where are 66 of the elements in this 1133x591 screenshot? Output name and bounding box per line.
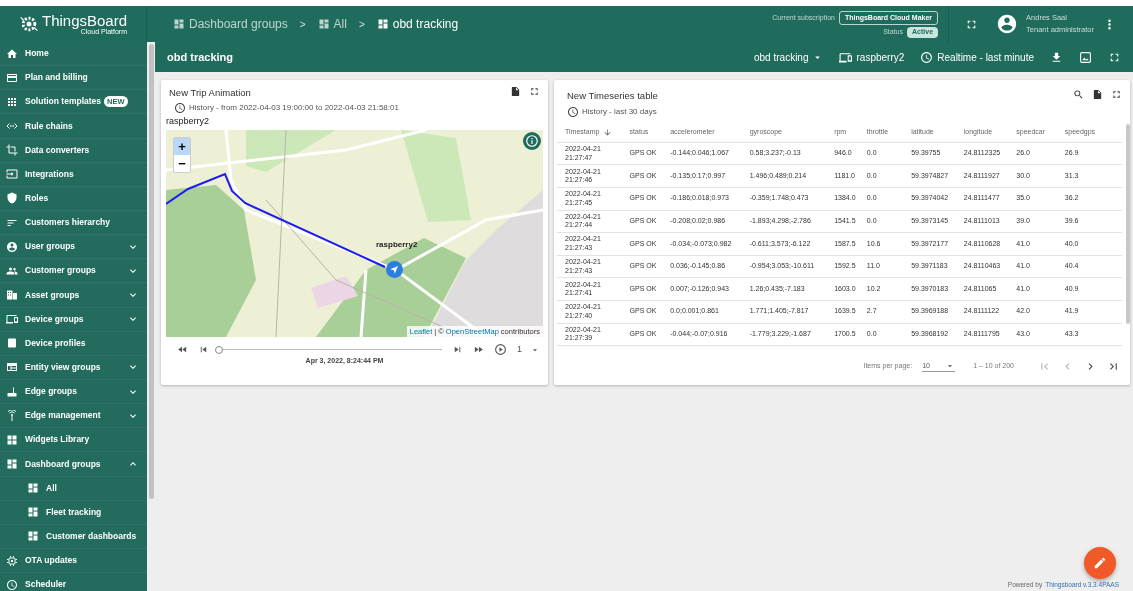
devices-icon — [839, 50, 853, 64]
scrollbar[interactable] — [148, 44, 154, 499]
info-icon[interactable] — [523, 131, 541, 150]
table-icon — [6, 361, 18, 374]
skip-previous-icon[interactable] — [198, 344, 209, 355]
router-icon — [6, 385, 18, 398]
logo-title: ThingsBoard — [41, 13, 128, 28]
building-icon — [6, 288, 18, 301]
fullscreen-icon[interactable] — [529, 86, 540, 97]
skip-next-icon[interactable] — [452, 344, 463, 355]
image-icon[interactable] — [1079, 50, 1092, 64]
fullscreen-icon[interactable] — [1111, 89, 1122, 100]
dashboard-icon — [27, 506, 39, 519]
card-icon — [6, 71, 18, 84]
dashboard-icon — [27, 530, 39, 543]
logo-icon — [18, 14, 39, 34]
search-icon[interactable] — [1073, 89, 1084, 100]
antenna-icon — [6, 409, 18, 422]
zoom-in-button[interactable]: + — [174, 137, 190, 155]
breadcrumb-separator: > — [299, 17, 306, 32]
chip-icon — [6, 554, 18, 567]
sidebar-item[interactable]: Asset groups — [0, 283, 147, 308]
entity-label: raspberry2 — [165, 115, 211, 129]
breadcrumb-link[interactable]: obd tracking — [376, 15, 459, 33]
clock-icon — [567, 106, 579, 119]
home-icon — [6, 47, 18, 60]
clock-icon — [920, 50, 934, 64]
widget-title: New Trip Animation — [169, 86, 251, 100]
file-icon[interactable] — [1092, 89, 1103, 100]
timewindow-text: History - last 30 days — [582, 106, 657, 119]
play-icon[interactable] — [494, 343, 507, 356]
crop-icon — [6, 144, 18, 157]
shield-icon — [6, 192, 18, 205]
file-icon[interactable] — [510, 86, 521, 97]
speed-select[interactable]: 1 — [517, 342, 540, 357]
account-icon — [6, 240, 18, 253]
breadcrumb-separator: > — [358, 17, 365, 32]
dashboard-icon — [317, 18, 330, 30]
timewindow-button[interactable]: Realtime - last minute — [920, 49, 1034, 65]
dashboard-icon — [27, 482, 39, 495]
sidebar-item[interactable]: User groups — [0, 235, 147, 260]
breadcrumb-link[interactable]: Dashboard groups — [173, 15, 288, 33]
marker-label: raspberry2 — [376, 238, 418, 251]
state-dropdown[interactable]: obd tracking — [754, 49, 824, 65]
zoom-out-button[interactable]: − — [174, 154, 190, 172]
timewindow-text: History - from 2022-04-03 19:00:00 to 2022-04-03 21:58:01 — [189, 102, 399, 115]
clock-icon — [6, 578, 18, 591]
square-icon — [6, 337, 18, 350]
fast-forward-icon[interactable] — [473, 344, 484, 355]
navigation-marker-icon[interactable] — [386, 260, 403, 278]
avatar-icon[interactable] — [996, 13, 1019, 35]
widgets-icon — [6, 433, 18, 446]
grid-icon — [6, 95, 18, 108]
login-icon — [6, 168, 18, 181]
rewind-icon[interactable] — [177, 344, 188, 355]
download-icon[interactable] — [1050, 50, 1063, 64]
devices-icon — [6, 313, 18, 326]
breadcrumb-link[interactable]: All — [317, 15, 347, 33]
dashboard-icon — [173, 18, 185, 30]
dashboard-title: obd tracking — [167, 49, 234, 65]
dashboard-icon — [376, 18, 389, 30]
entity-selector[interactable]: raspberry2 — [839, 49, 905, 65]
widget-title: New Timeseries table — [567, 89, 658, 103]
pencil-icon — [1093, 556, 1107, 570]
dashboard-icon — [6, 457, 18, 470]
clock-icon — [174, 102, 186, 115]
